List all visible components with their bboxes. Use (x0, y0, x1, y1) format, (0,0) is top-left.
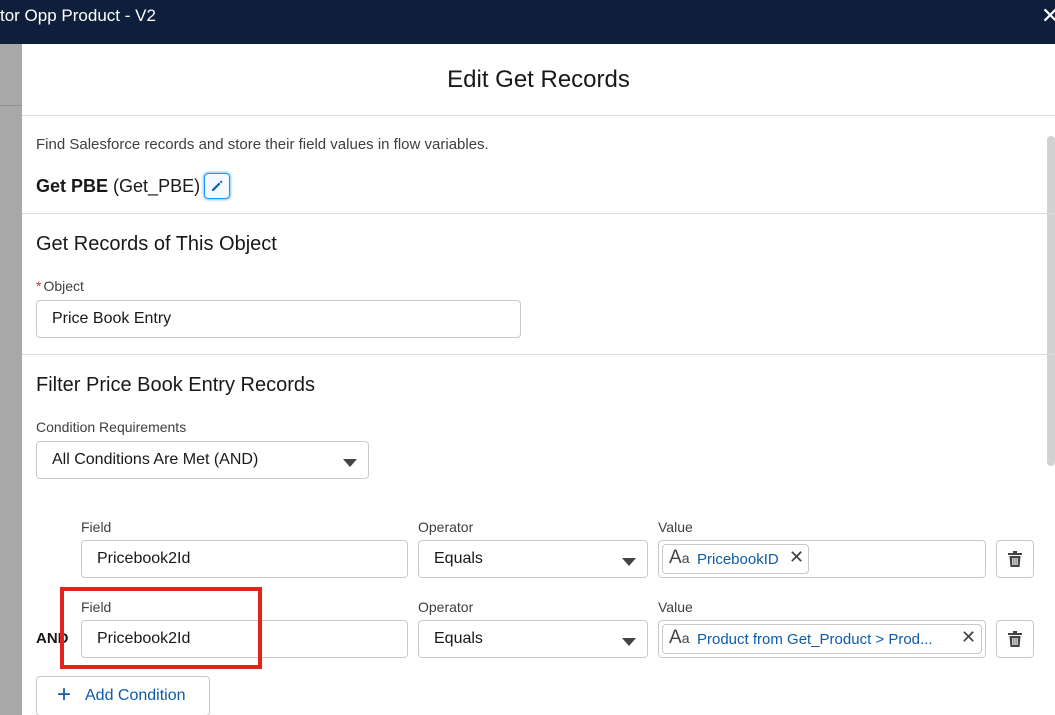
app-header-bar: tor Opp Product - V2 ✕ (0, 0, 1055, 44)
section-divider (22, 213, 1055, 214)
close-icon[interactable]: ✕ (789, 547, 804, 568)
text-type-icon: Aa (669, 627, 690, 648)
chevron-down-icon (343, 459, 357, 467)
chevron-down-icon (622, 558, 636, 566)
value-pill-label: Product from Get_Product > Prod... (697, 631, 933, 648)
value-pill[interactable]: Aa Product from Get_Product > Prod... ✕ (662, 624, 982, 654)
modal-header: Edit Get Records (22, 44, 1055, 116)
modal-title: Edit Get Records (447, 66, 630, 93)
operator-label: Operator (418, 599, 474, 615)
add-condition-button[interactable]: + Add Condition (36, 676, 210, 715)
annotation-highlight-box (60, 587, 262, 669)
object-label: * Object (36, 278, 84, 294)
value-label: Value (658, 519, 693, 535)
background-divider (0, 105, 22, 106)
background-canvas (0, 44, 22, 715)
value-pill-label: PricebookID (697, 551, 779, 568)
operator-select[interactable]: Equals (418, 540, 648, 578)
value-pill[interactable]: Aa PricebookID ✕ (662, 544, 809, 574)
section-divider (22, 354, 1055, 355)
modal-body: Find Salesforce records and store their … (22, 116, 1055, 715)
condition-requirements-label: Condition Requirements (36, 419, 187, 435)
object-input[interactable]: Price Book Entry (36, 300, 521, 338)
element-label: Get PBE (36, 176, 109, 196)
modal-description: Find Salesforce records and store their … (36, 136, 489, 153)
flow-title: tor Opp Product - V2 (0, 6, 156, 25)
close-icon[interactable]: ✕ (961, 627, 976, 648)
trash-icon (1008, 551, 1022, 567)
value-label: Value (658, 599, 693, 615)
filter-section-title: Filter Price Book Entry Records (36, 374, 315, 396)
operator-label: Operator (418, 519, 474, 535)
condition-requirements-select[interactable]: All Conditions Are Met (AND) (36, 441, 369, 479)
condition-requirements-value: All Conditions Are Met (AND) (52, 451, 259, 468)
required-mark: * (36, 278, 42, 294)
edit-get-records-modal: Edit Get Records Find Salesforce records… (22, 44, 1055, 715)
element-api-name: (Get_PBE) (113, 176, 201, 196)
trash-icon (1008, 631, 1022, 647)
object-section-title: Get Records of This Object (36, 233, 277, 255)
field-label: Field (81, 519, 112, 535)
operator-select[interactable]: Equals (418, 620, 648, 658)
text-type-icon: Aa (669, 547, 690, 568)
delete-condition-button[interactable] (996, 620, 1034, 658)
scrollbar[interactable] (1047, 136, 1055, 466)
plus-icon: + (57, 681, 72, 708)
chevron-down-icon (622, 638, 636, 646)
field-input[interactable]: Pricebook2Id (81, 540, 408, 578)
delete-condition-button[interactable] (996, 540, 1034, 578)
close-icon[interactable]: ✕ (1041, 3, 1055, 29)
pencil-icon (212, 180, 223, 191)
add-condition-label: Add Condition (85, 687, 186, 704)
edit-name-button[interactable] (204, 173, 230, 199)
element-name: Get PBE (Get_PBE) (36, 176, 200, 197)
